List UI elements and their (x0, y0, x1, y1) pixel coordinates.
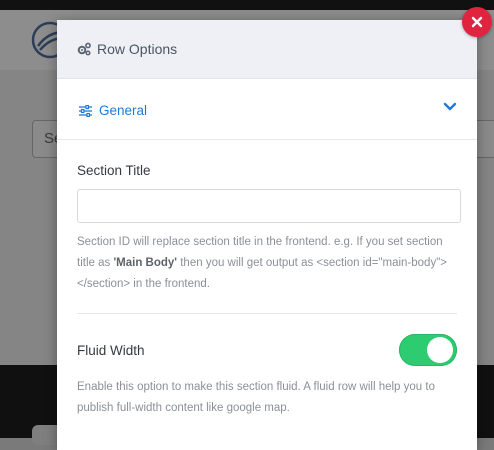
gears-icon (77, 42, 91, 56)
fluid-width-help: Enable this option to make this section … (77, 381, 435, 414)
fluid-width-toggle[interactable] (399, 334, 457, 366)
chevron-down-icon[interactable] (443, 100, 457, 114)
fluid-width-label: Fluid Width (77, 343, 145, 358)
sliders-icon (79, 105, 92, 117)
modal-header: Row Options (57, 20, 477, 79)
section-general-header[interactable]: General (57, 79, 477, 140)
section-title-input[interactable] (77, 189, 461, 223)
section-title-label: Section Title (77, 163, 151, 178)
close-icon (471, 16, 483, 28)
app-topbar (0, 0, 494, 10)
toggle-knob (427, 337, 453, 363)
close-button[interactable] (462, 7, 492, 37)
modal-title: Row Options (97, 41, 178, 57)
section-title-help: Section ID will replace section title in… (77, 232, 447, 295)
section-title-help-example: 'Main Body' (113, 257, 178, 269)
section-general-label: General (99, 103, 148, 118)
field-divider (77, 313, 457, 314)
row-options-modal: Row Options General Section Title Sectio… (57, 20, 477, 450)
